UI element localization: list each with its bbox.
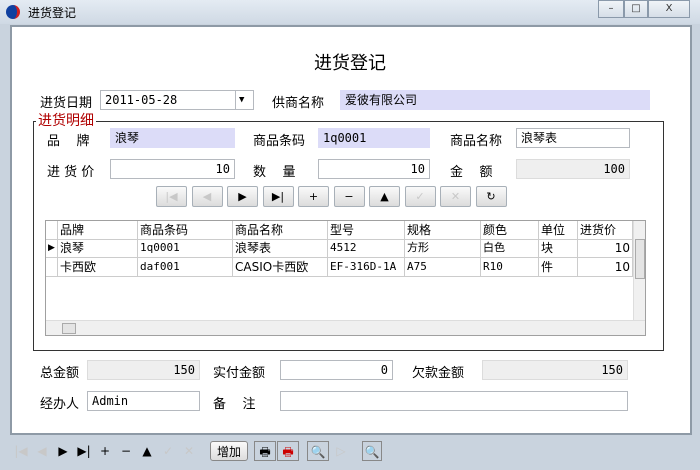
price-input[interactable]: 10 xyxy=(110,159,235,179)
post-icon[interactable]: ✓ xyxy=(404,186,436,207)
app-logo-icon xyxy=(6,5,20,19)
column-header[interactable]: 型号 xyxy=(328,221,405,240)
row-indicator xyxy=(46,258,58,277)
first-icon[interactable]: |◀ xyxy=(156,186,187,207)
remark-input[interactable] xyxy=(280,391,628,411)
grid-cell: 1q0001 xyxy=(138,239,233,258)
product-name-input[interactable]: 浪琴表 xyxy=(516,128,630,148)
header-corner xyxy=(46,221,58,240)
paid-label: 实付金额 xyxy=(213,366,266,381)
grid-cell: 10 xyxy=(578,239,633,258)
total-input[interactable]: 150 xyxy=(87,360,200,380)
row-indicator: ▶ xyxy=(46,239,58,258)
toolbar-post-icon[interactable]: ✓ xyxy=(159,441,177,461)
column-header[interactable]: 规格 xyxy=(405,221,481,240)
vertical-scrollbar[interactable] xyxy=(633,221,645,321)
amount-input[interactable]: 100 xyxy=(516,159,630,179)
column-header[interactable]: 颜色 xyxy=(481,221,539,240)
minimize-button[interactable]: – xyxy=(598,0,624,18)
grid-cell: R10 xyxy=(481,258,539,277)
print-icon[interactable]: 🖶 xyxy=(254,441,276,461)
cancel-icon[interactable]: ✕ xyxy=(440,186,471,207)
amount-label: 金 额 xyxy=(450,165,493,180)
edit-icon[interactable]: ▲ xyxy=(369,186,400,207)
refresh-icon[interactable]: ↻ xyxy=(475,186,507,207)
barcode-label: 商品条码 xyxy=(253,134,306,149)
table-row[interactable]: ▶ 浪琴 1q0001 浪琴表 4512 方形 白色块 10 xyxy=(46,239,634,258)
price-label: 进 货 价 xyxy=(47,165,95,180)
grid-cell: 10 xyxy=(578,258,633,277)
date-dropdown-button[interactable]: ▼ xyxy=(235,90,254,110)
operator-input[interactable]: Admin xyxy=(87,391,200,411)
toolbar-prior-icon[interactable]: ◀ xyxy=(33,441,51,461)
hscroll-thumb[interactable] xyxy=(62,323,76,334)
insert-icon[interactable]: + xyxy=(298,186,329,207)
date-input[interactable]: 2011-05-28 xyxy=(100,90,236,110)
grid-cell: 方形 xyxy=(405,239,481,258)
grid-cell: A75 xyxy=(405,258,481,277)
window-title: 进货登记 xyxy=(28,6,77,20)
page-title: 进货登记 xyxy=(314,53,386,74)
vscroll-thumb[interactable] xyxy=(635,239,645,279)
play-icon[interactable]: ▷ xyxy=(331,441,351,461)
brand-input[interactable]: 浪琴 xyxy=(110,128,235,148)
toolbar-edit-icon[interactable]: ▲ xyxy=(138,441,156,461)
paid-input[interactable]: 0 xyxy=(280,360,393,380)
toolbar-cancel-icon[interactable]: ✕ xyxy=(180,441,198,461)
find-icon[interactable]: 🔍 xyxy=(362,441,382,461)
product-name-label: 商品名称 xyxy=(450,134,503,149)
grid-cell: 浪琴表 xyxy=(233,239,328,258)
maximize-button[interactable]: □ xyxy=(624,0,648,18)
grid-cell: 卡西欧 xyxy=(58,258,138,277)
search-icon[interactable]: 🔍 xyxy=(307,441,329,461)
print-preview-icon[interactable]: 🖶 xyxy=(277,441,299,461)
toolbar-first-icon[interactable]: |◀ xyxy=(12,441,30,461)
detail-group-label: 进货明细 xyxy=(36,110,96,130)
grid-cell: 块 xyxy=(539,239,578,258)
remark-label: 备 注 xyxy=(213,397,256,412)
toolbar-insert-icon[interactable]: + xyxy=(96,441,114,461)
delete-icon[interactable]: − xyxy=(333,186,365,207)
grid-header[interactable]: 品牌 商品条码 商品名称 型号 规格 颜色 单位 进货价 xyxy=(46,221,634,240)
grid-cell: CASIO卡西欧 xyxy=(233,258,328,277)
toolbar-delete-icon[interactable]: − xyxy=(117,441,135,461)
detail-grid[interactable]: 品牌 商品条码 商品名称 型号 规格 颜色 单位 进货价 ▶ 浪琴 1q0001 浪琴表 4512 方形白… xyxy=(45,220,646,336)
prior-icon[interactable]: ◀ xyxy=(191,186,223,207)
column-header[interactable]: 品牌 xyxy=(58,221,138,240)
column-header[interactable]: 商品名称 xyxy=(233,221,328,240)
grid-cell: daf001 xyxy=(138,258,233,277)
quantity-input[interactable]: 10 xyxy=(318,159,430,179)
supplier-label: 供商名称 xyxy=(272,96,325,111)
brand-label: 品 牌 xyxy=(47,134,90,149)
close-button[interactable]: X xyxy=(648,0,690,18)
grid-cell: EF-316D-1A xyxy=(328,258,405,277)
operator-label: 经办人 xyxy=(40,397,80,412)
toolbar-last-icon[interactable]: ▶| xyxy=(75,441,93,461)
next-icon[interactable]: ▶ xyxy=(227,186,258,207)
barcode-input[interactable]: 1q0001 xyxy=(318,128,430,148)
title-bar: 进货登记 – □ X xyxy=(0,0,700,24)
supplier-input[interactable]: 爱彼有限公司 xyxy=(340,90,650,110)
column-header[interactable]: 商品条码 xyxy=(138,221,233,240)
column-header[interactable]: 单位 xyxy=(539,221,578,240)
quantity-label: 数 量 xyxy=(253,165,296,180)
last-icon[interactable]: ▶| xyxy=(262,186,294,207)
grid-cell: 件 xyxy=(539,258,578,277)
owed-label: 欠款金额 xyxy=(412,366,465,381)
toolbar-next-icon[interactable]: ▶ xyxy=(54,441,72,461)
horizontal-scrollbar[interactable] xyxy=(46,320,645,335)
column-header[interactable]: 进货价 xyxy=(578,221,633,240)
date-label: 进货日期 xyxy=(40,96,93,111)
grid-cell: 白色 xyxy=(481,239,539,258)
add-button[interactable]: 增加 xyxy=(210,441,248,461)
total-label: 总金额 xyxy=(40,366,80,381)
owed-input[interactable]: 150 xyxy=(482,360,628,380)
grid-cell: 4512 xyxy=(328,239,405,258)
table-row[interactable]: 卡西欧 daf001 CASIO卡西欧 EF-316D-1A A75 R10 件 10 xyxy=(46,258,634,277)
grid-cell: 浪琴 xyxy=(58,239,138,258)
